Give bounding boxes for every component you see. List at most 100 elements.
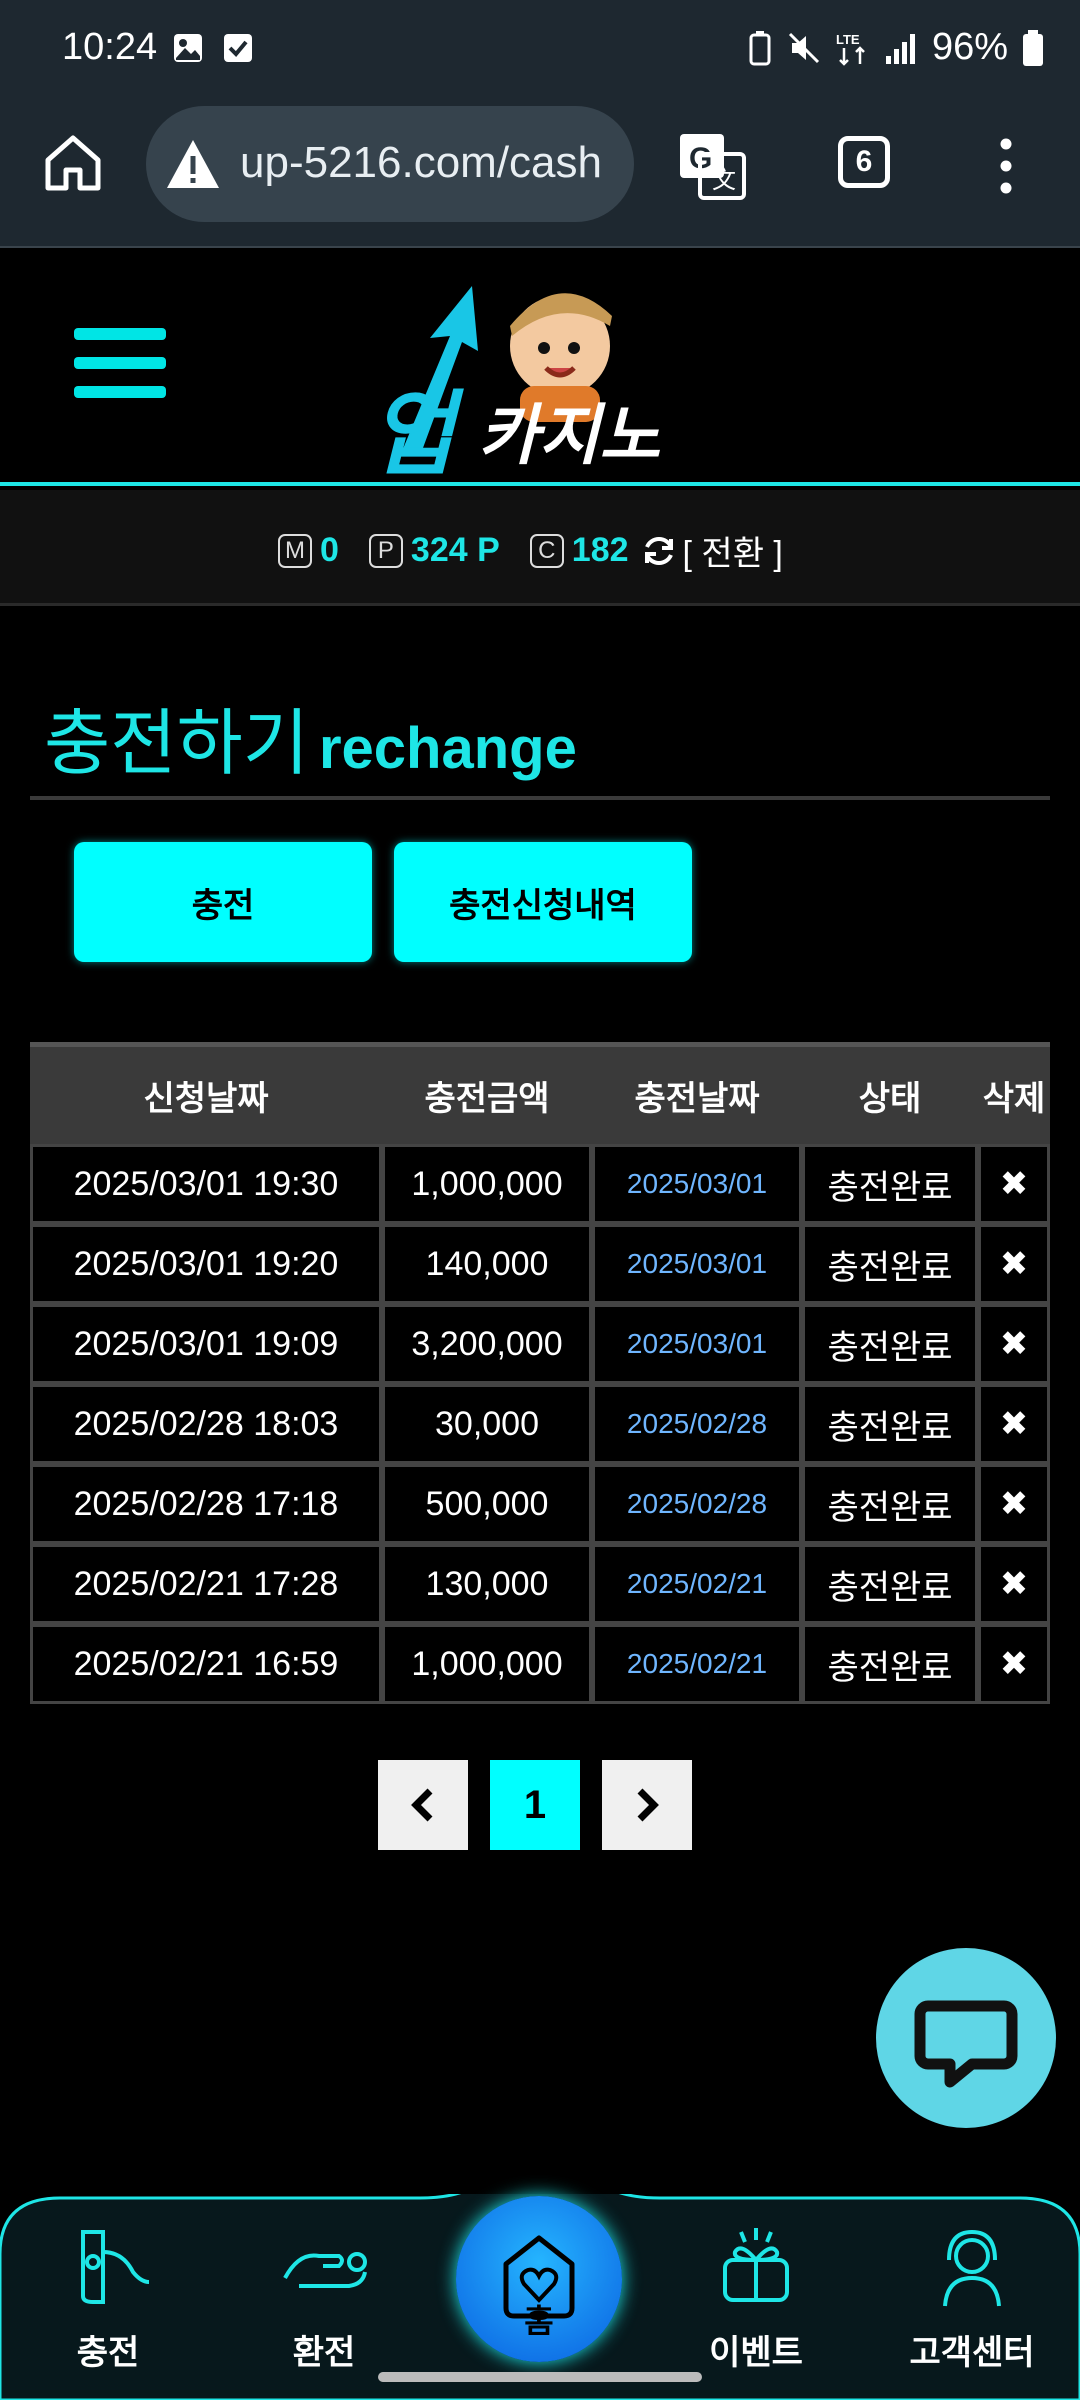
address-bar[interactable]: up-5216.com/cash bbox=[146, 106, 634, 222]
mute-icon bbox=[788, 32, 819, 63]
status-cell: 충전완료 bbox=[802, 1624, 978, 1704]
battery-saver-icon bbox=[749, 30, 771, 65]
warning-icon[interactable] bbox=[164, 136, 222, 192]
chat-icon bbox=[914, 2000, 1018, 2088]
site-header: 업 카지노 bbox=[0, 250, 1080, 486]
point-value: 324 P bbox=[410, 531, 500, 569]
lte-icon: LTE bbox=[836, 32, 865, 66]
browser-toolbar: up-5216.com/cash G文 6 bbox=[0, 100, 1080, 248]
request-date-cell: 2025/03/01 19:20 bbox=[30, 1224, 382, 1304]
nav-charge[interactable]: 충전 bbox=[28, 2222, 188, 2374]
page-1-button[interactable]: 1 bbox=[490, 1760, 580, 1850]
table-row: 2025/02/21 17:28 130,000 2025/02/21 충전완료 ✖ bbox=[30, 1544, 1050, 1624]
page-title: 충전하기 rechange bbox=[44, 684, 577, 789]
charge-date-cell: 2025/02/28 bbox=[592, 1384, 802, 1464]
nav-home-label: 홈 bbox=[524, 2303, 554, 2339]
pagination: 1 bbox=[378, 1760, 692, 1850]
charge-button[interactable]: 충전 bbox=[74, 842, 372, 962]
request-date-cell: 2025/02/21 16:59 bbox=[30, 1624, 382, 1704]
translate-icon[interactable]: G文 bbox=[676, 130, 748, 202]
svg-text:카지노: 카지노 bbox=[478, 397, 660, 474]
request-date-cell: 2025/02/21 17:28 bbox=[30, 1544, 382, 1624]
coin-badge: C bbox=[529, 533, 564, 568]
status-cell: 충전완료 bbox=[802, 1144, 978, 1224]
header-charge-date: 충전날짜 bbox=[634, 1080, 760, 1118]
request-date-cell: 2025/02/28 18:03 bbox=[30, 1384, 382, 1464]
delete-button[interactable]: ✖ bbox=[978, 1544, 1050, 1624]
charge-date-cell: 2025/02/21 bbox=[592, 1544, 802, 1624]
money-value: 0 bbox=[320, 531, 339, 569]
chevron-right-icon bbox=[637, 1788, 659, 1822]
status-cell: 충전완료 bbox=[802, 1544, 978, 1624]
home-icon[interactable] bbox=[40, 130, 106, 196]
svg-text:업: 업 bbox=[370, 381, 464, 478]
charge-icon bbox=[81, 2230, 150, 2304]
amount-cell: 1,000,000 bbox=[382, 1144, 592, 1224]
amount-cell: 140,000 bbox=[382, 1224, 592, 1304]
request-date-cell: 2025/02/28 17:18 bbox=[30, 1464, 382, 1544]
refresh-icon[interactable] bbox=[641, 533, 677, 569]
header-delete: 삭제 bbox=[982, 1080, 1046, 1118]
system-icons: LTE 96% bbox=[748, 26, 1044, 69]
delete-button[interactable]: ✖ bbox=[978, 1224, 1050, 1304]
notification-icons bbox=[172, 32, 254, 64]
header-request-date: 신청날짜 bbox=[143, 1080, 269, 1118]
delete-button[interactable]: ✖ bbox=[978, 1464, 1050, 1544]
amount-cell: 130,000 bbox=[382, 1544, 592, 1624]
charge-history-button[interactable]: 충전신청내역 bbox=[394, 842, 692, 962]
site-logo[interactable]: 업 카지노 bbox=[360, 256, 720, 478]
headset-icon bbox=[943, 2229, 1001, 2307]
url-text[interactable]: up-5216.com/cash bbox=[240, 138, 602, 188]
table-row: 2025/02/21 16:59 1,000,000 2025/02/21 충전완료 ✖ bbox=[30, 1624, 1050, 1704]
request-date-cell: 2025/03/01 19:09 bbox=[30, 1304, 382, 1384]
exchange-icon bbox=[283, 2252, 367, 2288]
image-icon bbox=[174, 34, 202, 62]
charge-date-cell: 2025/03/01 bbox=[592, 1304, 802, 1384]
charge-date-cell: 2025/03/01 bbox=[592, 1224, 802, 1304]
delete-button[interactable]: ✖ bbox=[978, 1144, 1050, 1224]
table-row: 2025/02/28 18:03 30,000 2025/02/28 충전완료 ✖ bbox=[30, 1384, 1050, 1464]
charge-date-cell: 2025/03/01 bbox=[592, 1144, 802, 1224]
charge-date-cell: 2025/02/28 bbox=[592, 1464, 802, 1544]
switch-button[interactable]: [ 전환 ] bbox=[683, 526, 783, 575]
amount-cell: 3,200,000 bbox=[382, 1304, 592, 1384]
amount-cell: 500,000 bbox=[382, 1464, 592, 1544]
battery-percent: 96% bbox=[931, 26, 1008, 68]
delete-button[interactable]: ✖ bbox=[978, 1304, 1050, 1384]
charge-date-cell: 2025/02/21 bbox=[592, 1624, 802, 1704]
svg-text:文: 文 bbox=[712, 166, 736, 194]
chat-button[interactable] bbox=[876, 1948, 1056, 2128]
status-time: 10:24 bbox=[62, 26, 158, 68]
money-badge: M bbox=[278, 533, 312, 568]
nav-support[interactable]: 고객센터 bbox=[892, 2222, 1052, 2374]
gesture-bar[interactable] bbox=[378, 2372, 702, 2382]
charge-history-table: 신청날짜 충전금액 충전날짜 상태 삭제 2025/03/01 19:30 1,0… bbox=[30, 1042, 1050, 1704]
amount-cell: 1,000,000 bbox=[382, 1624, 592, 1704]
gift-icon bbox=[723, 2228, 789, 2302]
svg-text:LTE: LTE bbox=[836, 32, 860, 47]
nav-event[interactable]: 이벤트 bbox=[676, 2222, 836, 2374]
delete-button[interactable]: ✖ bbox=[978, 1384, 1050, 1464]
more-options-icon[interactable] bbox=[996, 136, 1016, 196]
table-header: 신청날짜 충전금액 충전날짜 상태 삭제 bbox=[30, 1042, 1050, 1144]
table-row: 2025/03/01 19:09 3,200,000 2025/03/01 충전완료 ✖ bbox=[30, 1304, 1050, 1384]
status-bar: 10:24 LTE 96% bbox=[0, 0, 1080, 100]
header-status: 상태 bbox=[858, 1080, 922, 1118]
status-cell: 충전완료 bbox=[802, 1224, 978, 1304]
balance-bar: M 0 P 324 P C 182 [ 전환 ] bbox=[0, 490, 1080, 606]
tab-switcher-button[interactable]: 6 bbox=[838, 136, 890, 188]
header-amount: 충전금액 bbox=[424, 1080, 550, 1118]
nav-exchange[interactable]: 환전 bbox=[244, 2222, 404, 2374]
battery-icon bbox=[1023, 29, 1043, 66]
request-date-cell: 2025/03/01 19:30 bbox=[30, 1144, 382, 1224]
menu-icon[interactable] bbox=[74, 328, 166, 408]
next-page-button[interactable] bbox=[602, 1760, 692, 1850]
table-row: 2025/03/01 19:30 1,000,000 2025/03/01 충전완료 ✖ bbox=[30, 1144, 1050, 1224]
table-row: 2025/02/28 17:18 500,000 2025/02/28 충전완료 ✖ bbox=[30, 1464, 1050, 1544]
page-title-en: rechange bbox=[318, 716, 577, 781]
amount-cell: 30,000 bbox=[382, 1384, 592, 1464]
prev-page-button[interactable] bbox=[378, 1760, 468, 1850]
checkbox-icon bbox=[224, 34, 252, 62]
delete-button[interactable]: ✖ bbox=[978, 1624, 1050, 1704]
title-divider bbox=[30, 796, 1050, 800]
